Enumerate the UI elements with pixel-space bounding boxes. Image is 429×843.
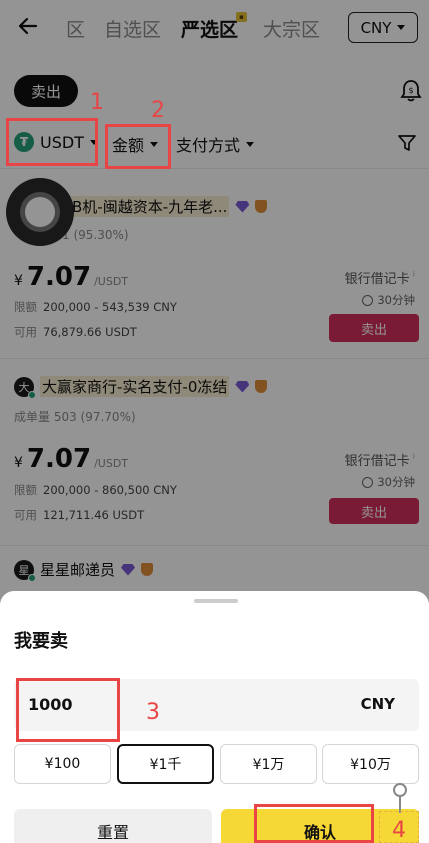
annotation-box-3 <box>16 678 120 742</box>
chip-100k[interactable]: ¥10万 <box>322 744 419 784</box>
annotation-number-3: 3 <box>146 700 160 725</box>
selection-outline <box>379 811 419 843</box>
sheet-title: 我要卖 <box>14 631 68 652</box>
amount-currency: CNY <box>360 695 395 713</box>
annotation-box-4 <box>254 804 374 843</box>
resize-handle-icon <box>393 783 407 797</box>
annotation-box-1 <box>6 118 98 166</box>
annotation-box-2 <box>105 124 171 169</box>
chip-1k[interactable]: ¥1千 <box>117 744 214 784</box>
sheet-drag-handle[interactable] <box>194 599 238 603</box>
annotation-number-1: 1 <box>90 90 104 115</box>
chip-100[interactable]: ¥100 <box>14 744 111 784</box>
quick-amount-chips: ¥100 ¥1千 ¥1万 ¥10万 <box>14 744 419 784</box>
annotation-number-2: 2 <box>151 98 165 123</box>
chip-10k[interactable]: ¥1万 <box>220 744 317 784</box>
reset-button[interactable]: 重置 <box>14 809 212 843</box>
